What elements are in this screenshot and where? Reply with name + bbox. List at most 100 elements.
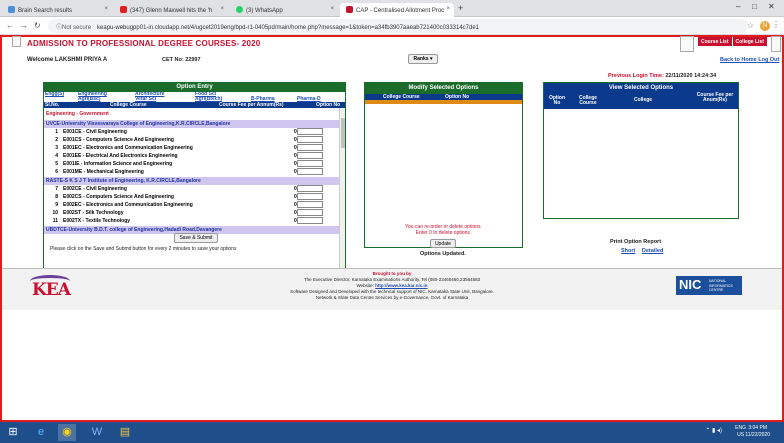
save-submit-button[interactable]: Save & Submit [174, 233, 218, 243]
new-tab-button[interactable]: + [458, 3, 463, 13]
cet-number: CET No: 22997 [162, 57, 201, 63]
entry-table-body: Engineering - Government UVCE-University… [44, 108, 340, 269]
option-input[interactable] [297, 168, 323, 175]
taskbar-clock[interactable]: 3:04 PM 11/22/2020 [745, 425, 770, 439]
college-row: RASTE-S K S J T Institute of Engineering… [44, 177, 340, 185]
minimize-icon[interactable]: – [736, 2, 740, 11]
option-input[interactable] [297, 209, 323, 216]
modify-table-header: College Course Option No [365, 94, 522, 100]
college-list-link[interactable]: College List [732, 37, 768, 46]
table-row: 5 E001IE - Information Science and Engine… [44, 160, 340, 168]
back-home-links: Back to Home Log Out [720, 57, 779, 63]
save-note: Please click on the Save and Submit butt… [50, 246, 237, 252]
options-updated-status: Options Updated. [420, 251, 466, 257]
broken-image-icon [771, 36, 781, 52]
table-row: 10 E002ST - Silk Technology 0 [44, 209, 340, 217]
table-row: 4 E001EE - Electrical And Electronics Eng… [44, 152, 340, 160]
back-to-home-link[interactable]: Back to Home [720, 57, 757, 63]
url-text: keapu-webugpp01-in.cloudapp.net/4/ugcet2… [97, 25, 480, 31]
bookmark-star-icon[interactable]: ☆ [747, 21, 754, 30]
browser-tab-search[interactable]: Brain Search results × [2, 3, 112, 17]
browser-tab-youtube[interactable]: (347) Glenn Maxwell hits the 'h × [114, 3, 228, 17]
option-input[interactable] [297, 193, 323, 200]
table-row: 2 E001CS - Computers Science And Engineer… [44, 136, 340, 144]
tab-food-sci-agri[interactable]: Food Sci Agri(Btech) [195, 92, 235, 102]
reload-icon[interactable]: ↻ [34, 21, 41, 30]
option-input[interactable] [297, 217, 323, 224]
file-explorer-icon[interactable]: ▤ [116, 424, 134, 441]
view-table-header: Option No College Course College Course … [544, 93, 738, 109]
close-icon[interactable]: × [220, 6, 224, 12]
table-row: 9 E002EC - Electronics and Communication … [44, 201, 340, 209]
close-icon[interactable]: × [330, 6, 334, 12]
option-input[interactable] [297, 136, 323, 143]
table-row: 7 E002CE - Civil Engineering 0 [44, 185, 340, 193]
option-input[interactable] [297, 128, 323, 135]
option-input[interactable] [297, 160, 323, 167]
close-icon[interactable]: × [446, 6, 450, 12]
last-login: Previous Login Time: 22/11/2020 14:24:34 [608, 73, 717, 79]
update-button[interactable]: Update [430, 239, 456, 248]
scrollbar-thumb[interactable] [341, 118, 345, 148]
browser-menu-icon[interactable]: ⋮ [772, 20, 780, 29]
forward-arrow-icon[interactable]: → [20, 21, 28, 30]
profile-avatar[interactable]: N [760, 21, 770, 31]
windows-taskbar: ⊞ e ◉ W ▤ ⌃ ▮ ◂) ENG US 3:04 PM 11/22/2020 [0, 422, 784, 443]
entry-scrollbar[interactable] [339, 108, 345, 269]
short-report-link[interactable]: Short [621, 248, 635, 254]
delete-note: Enter 0 to delete options. [415, 230, 472, 236]
word-icon[interactable]: W [88, 424, 106, 441]
maximize-icon[interactable]: □ [752, 2, 757, 11]
chrome-icon[interactable]: ◉ [58, 424, 76, 441]
browser-tab-cap[interactable]: CAP - Centralised Allotment Proc × [340, 3, 454, 17]
category-tabs: Engg(S) Engineering Agri(Bsc) Architectu… [44, 92, 345, 102]
option-input[interactable] [297, 144, 323, 151]
course-list-link[interactable]: Course List [698, 37, 733, 46]
detailed-report-link[interactable]: Detailed [642, 248, 663, 254]
table-row: 11 E002TX - Textile Technology 0 [44, 217, 340, 225]
url-field[interactable]: Not secure keapu-webugpp01-in.cloudapp.ne… [48, 19, 748, 33]
close-icon[interactable]: × [104, 6, 108, 12]
window-close-icon[interactable]: ✕ [768, 2, 775, 11]
tab-engineering-agri[interactable]: Engineering Agri(Bsc) [78, 92, 118, 102]
group-header: Engineering - Government [46, 111, 109, 117]
address-bar: ← → ↻ Not secure keapu-webugpp01-in.cloud… [0, 17, 784, 35]
broken-image-icon [12, 36, 21, 47]
welcome-text: Welcome LAKSHMI PRIYA A [27, 57, 108, 63]
browser-tab-whatsapp[interactable]: (3) WhatsApp × [230, 3, 338, 17]
internet-explorer-icon[interactable]: e [32, 424, 50, 441]
kea-logo: KEA [30, 275, 74, 300]
footer-credits: Brought to you by The Executive Director… [290, 271, 494, 300]
page-content: ADMISSION TO PROFESSIONAL DEGREE COURSES… [0, 35, 784, 422]
youtube-favicon-icon [120, 6, 127, 13]
ranks-button[interactable]: Ranks ▾ [408, 54, 438, 64]
table-row: 8 E002CS - Computers Science And Engineer… [44, 193, 340, 201]
logout-link[interactable]: Log Out [758, 57, 779, 63]
page-footer: KEA Brought to you by The Executive Dire… [2, 268, 782, 310]
nic-logo: NIC NATIONAL INFORMATICS CENTRE [676, 276, 742, 295]
option-input[interactable] [297, 185, 323, 192]
option-input[interactable] [297, 201, 323, 208]
print-option-report: Print Option Report [610, 239, 662, 245]
cap-favicon-icon [346, 6, 353, 13]
page-title: ADMISSION TO PROFESSIONAL DEGREE COURSES… [27, 39, 261, 48]
search-favicon-icon [8, 6, 15, 13]
modify-options-title: Modify Selected Options [365, 83, 522, 94]
modify-strip [365, 100, 522, 104]
browser-tab-bar: Brain Search results × (347) Glenn Maxwel… [0, 0, 784, 17]
whatsapp-favicon-icon [236, 6, 243, 13]
table-row: 3 E001EC - Electronics and Communication … [44, 144, 340, 152]
view-options-panel: View Selected Options Option No College … [543, 82, 739, 219]
college-row: UVCE-University Visvesvaraya College of … [44, 120, 340, 128]
chevron-down-icon: ▾ [429, 56, 433, 62]
tab-engg-s[interactable]: Engg(S) [45, 92, 64, 97]
windows-start-icon[interactable]: ⊞ [4, 424, 22, 441]
kea-website-link[interactable]: http://www.kea.kar.nic.in [375, 283, 427, 288]
tab-architecture-vet[interactable]: Architecture Vetar Sci [135, 92, 175, 102]
not-secure-label: Not secure [56, 25, 91, 31]
table-row: 6 E001ME - Mechanical Engineering 0 [44, 168, 340, 176]
tray-icons[interactable]: ⌃ ▮ ◂) [705, 427, 722, 434]
option-input[interactable] [297, 152, 323, 159]
back-arrow-icon[interactable]: ← [6, 21, 14, 30]
modify-options-panel: Modify Selected Options College Course O… [364, 82, 523, 226]
